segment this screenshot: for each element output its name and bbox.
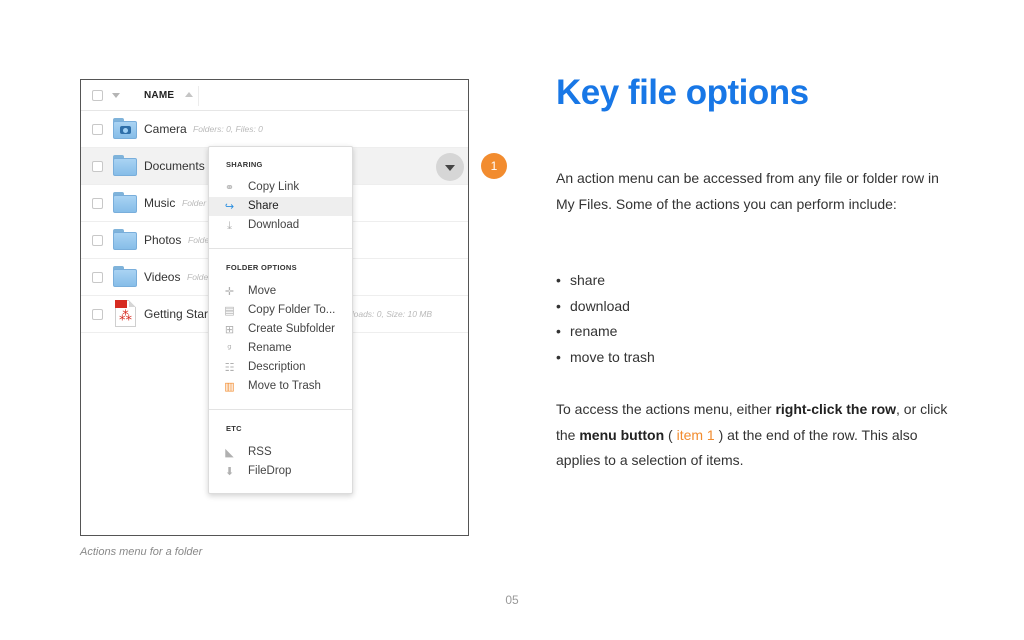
- rss-icon: ◣: [225, 446, 234, 459]
- menu-divider: [209, 248, 352, 249]
- menu-item-download[interactable]: ⤓ Download: [209, 216, 352, 235]
- menu-item-move-to-trash[interactable]: ▥ Move to Trash: [209, 377, 352, 396]
- menu-divider: [209, 409, 352, 410]
- menu-section-sharing: SHARING: [226, 160, 263, 169]
- list-item: download: [556, 294, 655, 320]
- row-meta: nloads: 0, Size: 10 MB: [347, 309, 433, 319]
- menu-item-move[interactable]: ✛ Move: [209, 282, 352, 301]
- menu-item-copy-folder-to[interactable]: ▤ Copy Folder To...: [209, 301, 352, 320]
- menu-item-rename[interactable]: ᵍ Rename: [209, 339, 352, 358]
- intro-paragraph: An action menu can be accessed from any …: [556, 170, 939, 212]
- row-name[interactable]: Getting Start: [144, 307, 211, 321]
- trash-icon: ▥: [224, 380, 235, 393]
- row-checkbox[interactable]: [92, 161, 103, 172]
- camera-folder-icon: [113, 118, 137, 139]
- menu-item-filedrop[interactable]: ⬇ FileDrop: [209, 462, 352, 481]
- emphasis-right-click: right-click the row: [775, 401, 897, 417]
- row-meta: Folde: [187, 272, 209, 282]
- row-menu-button[interactable]: [436, 153, 464, 181]
- row-name[interactable]: Music: [144, 196, 175, 210]
- move-icon: ✛: [224, 285, 235, 298]
- actions-list: share download rename move to trash: [556, 268, 655, 371]
- column-header-name[interactable]: NAME: [144, 90, 174, 101]
- menu-item-label: Create Subfolder: [248, 323, 335, 335]
- menu-item-label: RSS: [248, 446, 272, 458]
- menu-item-rss[interactable]: ◣ RSS: [209, 443, 352, 462]
- row-checkbox[interactable]: [92, 198, 103, 209]
- menu-item-label: Rename: [248, 342, 292, 354]
- row-checkbox[interactable]: [92, 124, 103, 135]
- table-row-camera[interactable]: Camera Folders: 0, Files: 0: [81, 111, 468, 148]
- row-meta: Folders: 0, Files: 0: [193, 124, 263, 134]
- text-segment: (: [664, 426, 677, 443]
- select-dropdown-icon[interactable]: [112, 93, 120, 98]
- menu-section-etc: ETC: [226, 424, 242, 433]
- folder-icon: [113, 155, 137, 176]
- share-icon: ↪: [224, 200, 235, 213]
- menu-item-share[interactable]: ↪ Share: [209, 197, 352, 216]
- folder-icon: [113, 229, 137, 250]
- menu-item-copy-link[interactable]: ⚭ Copy Link: [209, 178, 352, 197]
- page-title: Key file options: [556, 73, 809, 112]
- row-name[interactable]: Photos: [144, 233, 181, 247]
- menu-item-label: Move to Trash: [248, 380, 321, 392]
- column-divider: [198, 86, 199, 106]
- item-reference: item 1: [676, 426, 715, 443]
- menu-item-label: FileDrop: [248, 465, 292, 477]
- create-subfolder-icon: ⊞: [224, 323, 235, 336]
- select-all-checkbox[interactable]: [92, 90, 103, 101]
- pdf-icon: ⁂: [115, 300, 136, 327]
- list-item: rename: [556, 319, 655, 345]
- row-name[interactable]: Documents: [144, 159, 205, 173]
- row-checkbox[interactable]: [92, 272, 103, 283]
- actions-menu: SHARING ⚭ Copy Link ↪ Share ⤓ Download F…: [208, 146, 353, 494]
- row-name[interactable]: Videos: [144, 270, 180, 284]
- figure-caption: Actions menu for a folder: [80, 546, 203, 558]
- emphasis-menu-button: menu button: [579, 426, 665, 443]
- list-item: move to trash: [556, 345, 655, 371]
- menu-section-folder-options: FOLDER OPTIONS: [226, 263, 297, 272]
- filedrop-icon: ⬇: [224, 465, 235, 478]
- sort-ascending-icon[interactable]: [185, 92, 193, 97]
- list-item: share: [556, 268, 655, 294]
- menu-item-description[interactable]: ☷ Description: [209, 358, 352, 377]
- text-segment: To access the actions menu, either: [556, 401, 776, 417]
- description-icon: ☷: [224, 361, 235, 374]
- menu-item-label: Copy Link: [248, 181, 300, 193]
- file-manager-screenshot: NAME Camera Folders: 0, Files: 0 Documen…: [80, 79, 469, 536]
- download-icon: ⤓: [227, 219, 232, 232]
- folder-icon: [113, 266, 137, 287]
- menu-item-label: Share: [248, 200, 279, 212]
- menu-item-label: Description: [248, 361, 306, 373]
- copy-folder-icon: ▤: [224, 304, 235, 317]
- callout-badge: 1: [481, 153, 507, 179]
- menu-item-label: Download: [248, 219, 300, 231]
- instructions-paragraph: To access the actions menu, either right…: [556, 397, 956, 474]
- row-meta: Folder: [182, 198, 207, 208]
- menu-item-label: Move: [248, 285, 277, 297]
- row-checkbox[interactable]: [92, 309, 103, 320]
- page-number: 05: [505, 593, 519, 607]
- folder-icon: [113, 192, 137, 213]
- rename-icon: ᵍ: [227, 342, 232, 355]
- row-meta: Folde: [188, 235, 210, 245]
- table-header: NAME: [81, 80, 468, 111]
- menu-item-create-subfolder[interactable]: ⊞ Create Subfolder: [209, 320, 352, 339]
- row-name[interactable]: Camera: [144, 122, 187, 136]
- menu-item-label: Copy Folder To...: [248, 304, 336, 316]
- link-icon: ⚭: [224, 181, 235, 194]
- row-checkbox[interactable]: [92, 235, 103, 246]
